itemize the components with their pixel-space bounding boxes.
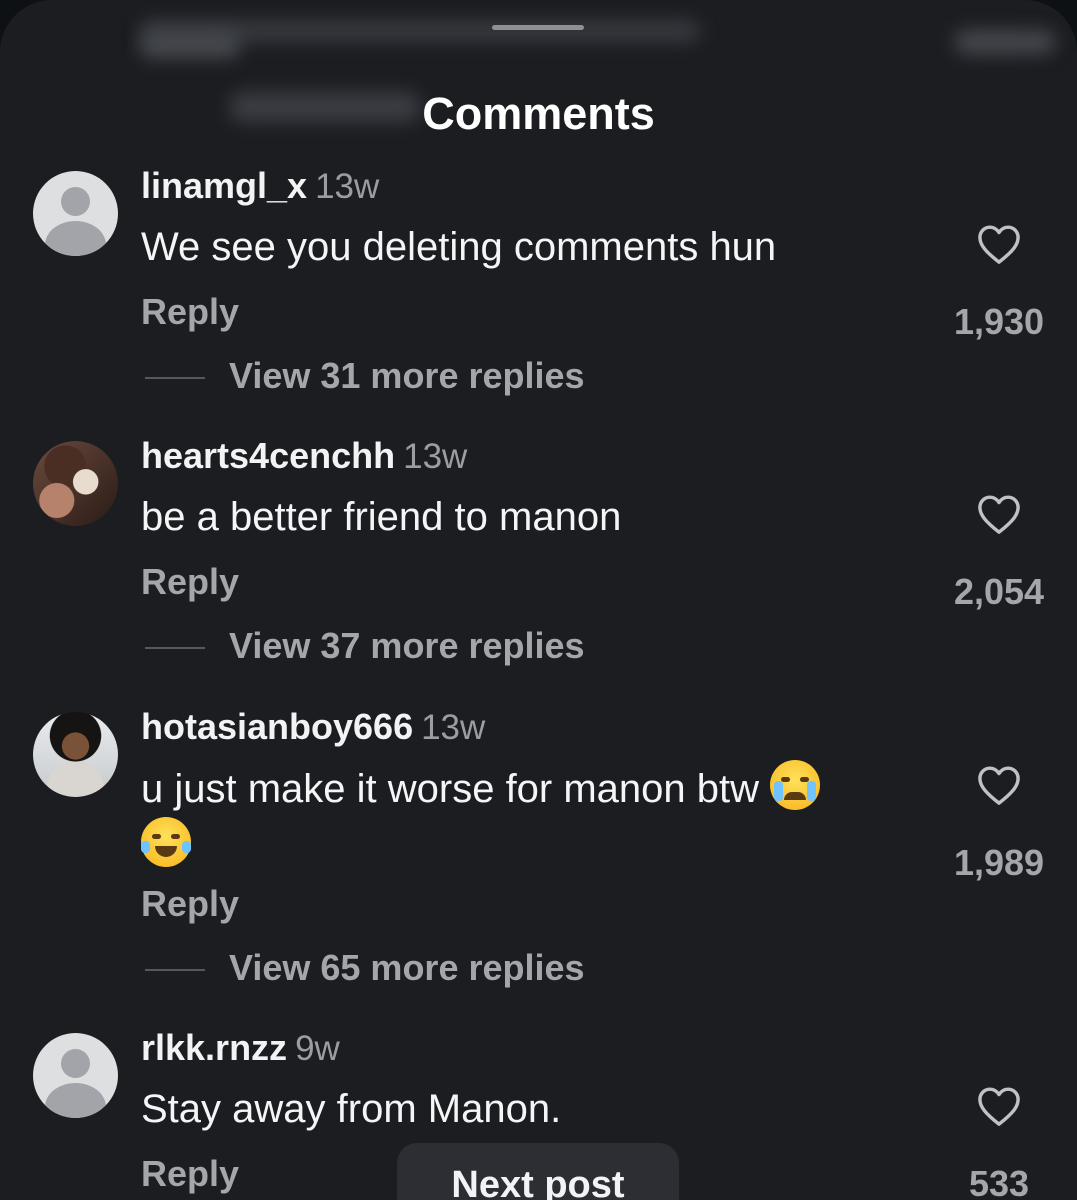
comment-header: hearts4cenchh 13w: [141, 435, 467, 477]
divider: [145, 969, 205, 972]
reply-button[interactable]: Reply: [141, 291, 239, 333]
comment-header: linamgl_x 13w: [141, 165, 379, 207]
like-count: 533: [968, 1163, 1030, 1200]
comment-item: hotasianboy666 13w u just make it worse f…: [0, 706, 1077, 1012]
like-count: 1,930: [953, 301, 1045, 342]
user-avatar[interactable]: [33, 712, 118, 797]
view-replies-button[interactable]: View 31 more replies: [145, 355, 585, 397]
heart-icon[interactable]: [976, 764, 1022, 806]
like-count: 1,989: [953, 842, 1045, 883]
next-post-button[interactable]: Next post: [397, 1143, 679, 1200]
default-avatar-icon[interactable]: [33, 1033, 118, 1118]
default-avatar-icon[interactable]: [33, 171, 118, 256]
heart-icon[interactable]: [976, 223, 1022, 265]
comment-text: Stay away from Manon.: [141, 1087, 562, 1131]
heart-icon[interactable]: [976, 493, 1022, 535]
comment-time: 13w: [403, 437, 468, 476]
like-group: 1,930: [944, 223, 1054, 343]
view-replies-button[interactable]: View 65 more replies: [145, 947, 585, 989]
reply-button[interactable]: Reply: [141, 883, 239, 925]
like-group: 2,054: [944, 493, 1054, 613]
comments-sheet: Comments linamgl_x 13w We see you deletin…: [0, 0, 1077, 1200]
heart-icon[interactable]: [976, 1085, 1022, 1127]
comment-time: 9w: [295, 1029, 340, 1068]
blurred-background-text: [140, 32, 240, 58]
view-replies-button[interactable]: View 37 more replies: [145, 625, 585, 667]
like-count: 2,054: [953, 571, 1045, 612]
face-with-tears-of-joy-emoji: [141, 817, 191, 867]
divider: [145, 377, 205, 380]
blurred-background-text: [955, 30, 1055, 54]
like-group: 1,989: [944, 764, 1054, 884]
sheet-title: Comments: [422, 88, 655, 139]
comment-text: We see you deleting comments hun: [141, 225, 777, 269]
comment-username[interactable]: hearts4cenchh: [141, 435, 395, 476]
comment-text: be a better friend to manon: [141, 495, 622, 539]
comment-item: hearts4cenchh 13w be a better friend to m…: [0, 435, 1077, 703]
comment-username[interactable]: rlkk.rnzz: [141, 1027, 287, 1068]
comment-text: u just make it worse for manon btw: [141, 760, 921, 874]
drag-handle[interactable]: [492, 25, 584, 30]
user-avatar[interactable]: [33, 441, 118, 526]
comment-header: rlkk.rnzz 9w: [141, 1027, 340, 1069]
divider: [145, 647, 205, 650]
loudly-crying-face-emoji: [770, 760, 821, 810]
comment-time: 13w: [421, 708, 486, 747]
reply-button[interactable]: Reply: [141, 561, 239, 603]
comment-username[interactable]: hotasianboy666: [141, 706, 413, 747]
comment-item: linamgl_x 13w We see you deleting comment…: [0, 165, 1077, 433]
comment-time: 13w: [315, 167, 380, 206]
like-group: 533: [944, 1085, 1054, 1200]
comment-header: hotasianboy666 13w: [141, 706, 485, 748]
reply-button[interactable]: Reply: [141, 1153, 239, 1195]
comment-username[interactable]: linamgl_x: [141, 165, 307, 206]
